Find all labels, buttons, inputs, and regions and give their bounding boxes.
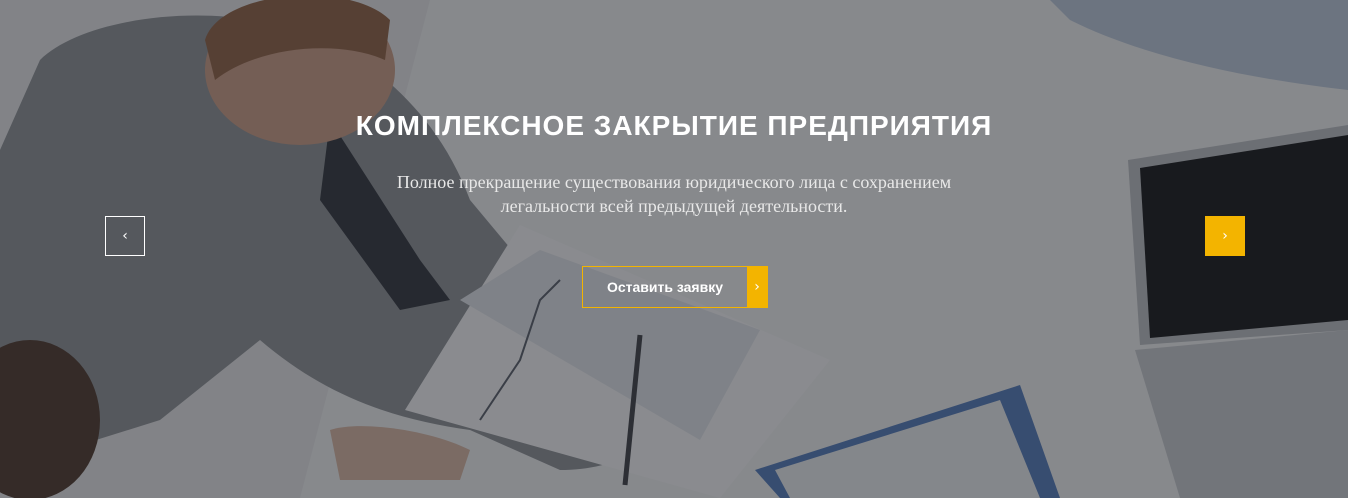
submit-request-label: Оставить заявку	[606, 279, 723, 295]
submit-request-button[interactable]: Оставить заявку ›	[582, 266, 768, 308]
dark-overlay	[0, 0, 1348, 498]
chevron-right-icon: ›	[747, 267, 767, 307]
prev-slide-button[interactable]: ‹	[105, 216, 145, 256]
next-slide-button[interactable]: ›	[1205, 216, 1245, 256]
hero-slider: КОМПЛЕКСНОЕ ЗАКРЫТИЕ ПРЕДПРИЯТИЯ Полное …	[0, 0, 1348, 498]
slide-subtitle: Полное прекращение существования юридиче…	[396, 172, 952, 216]
chevron-right-icon: ›	[1222, 228, 1228, 244]
slide-title: КОМПЛЕКСНОЕ ЗАКРЫТИЕ ПРЕДПРИЯТИЯ	[355, 110, 993, 141]
chevron-left-icon: ‹	[122, 228, 128, 244]
background-photo	[0, 0, 1348, 498]
